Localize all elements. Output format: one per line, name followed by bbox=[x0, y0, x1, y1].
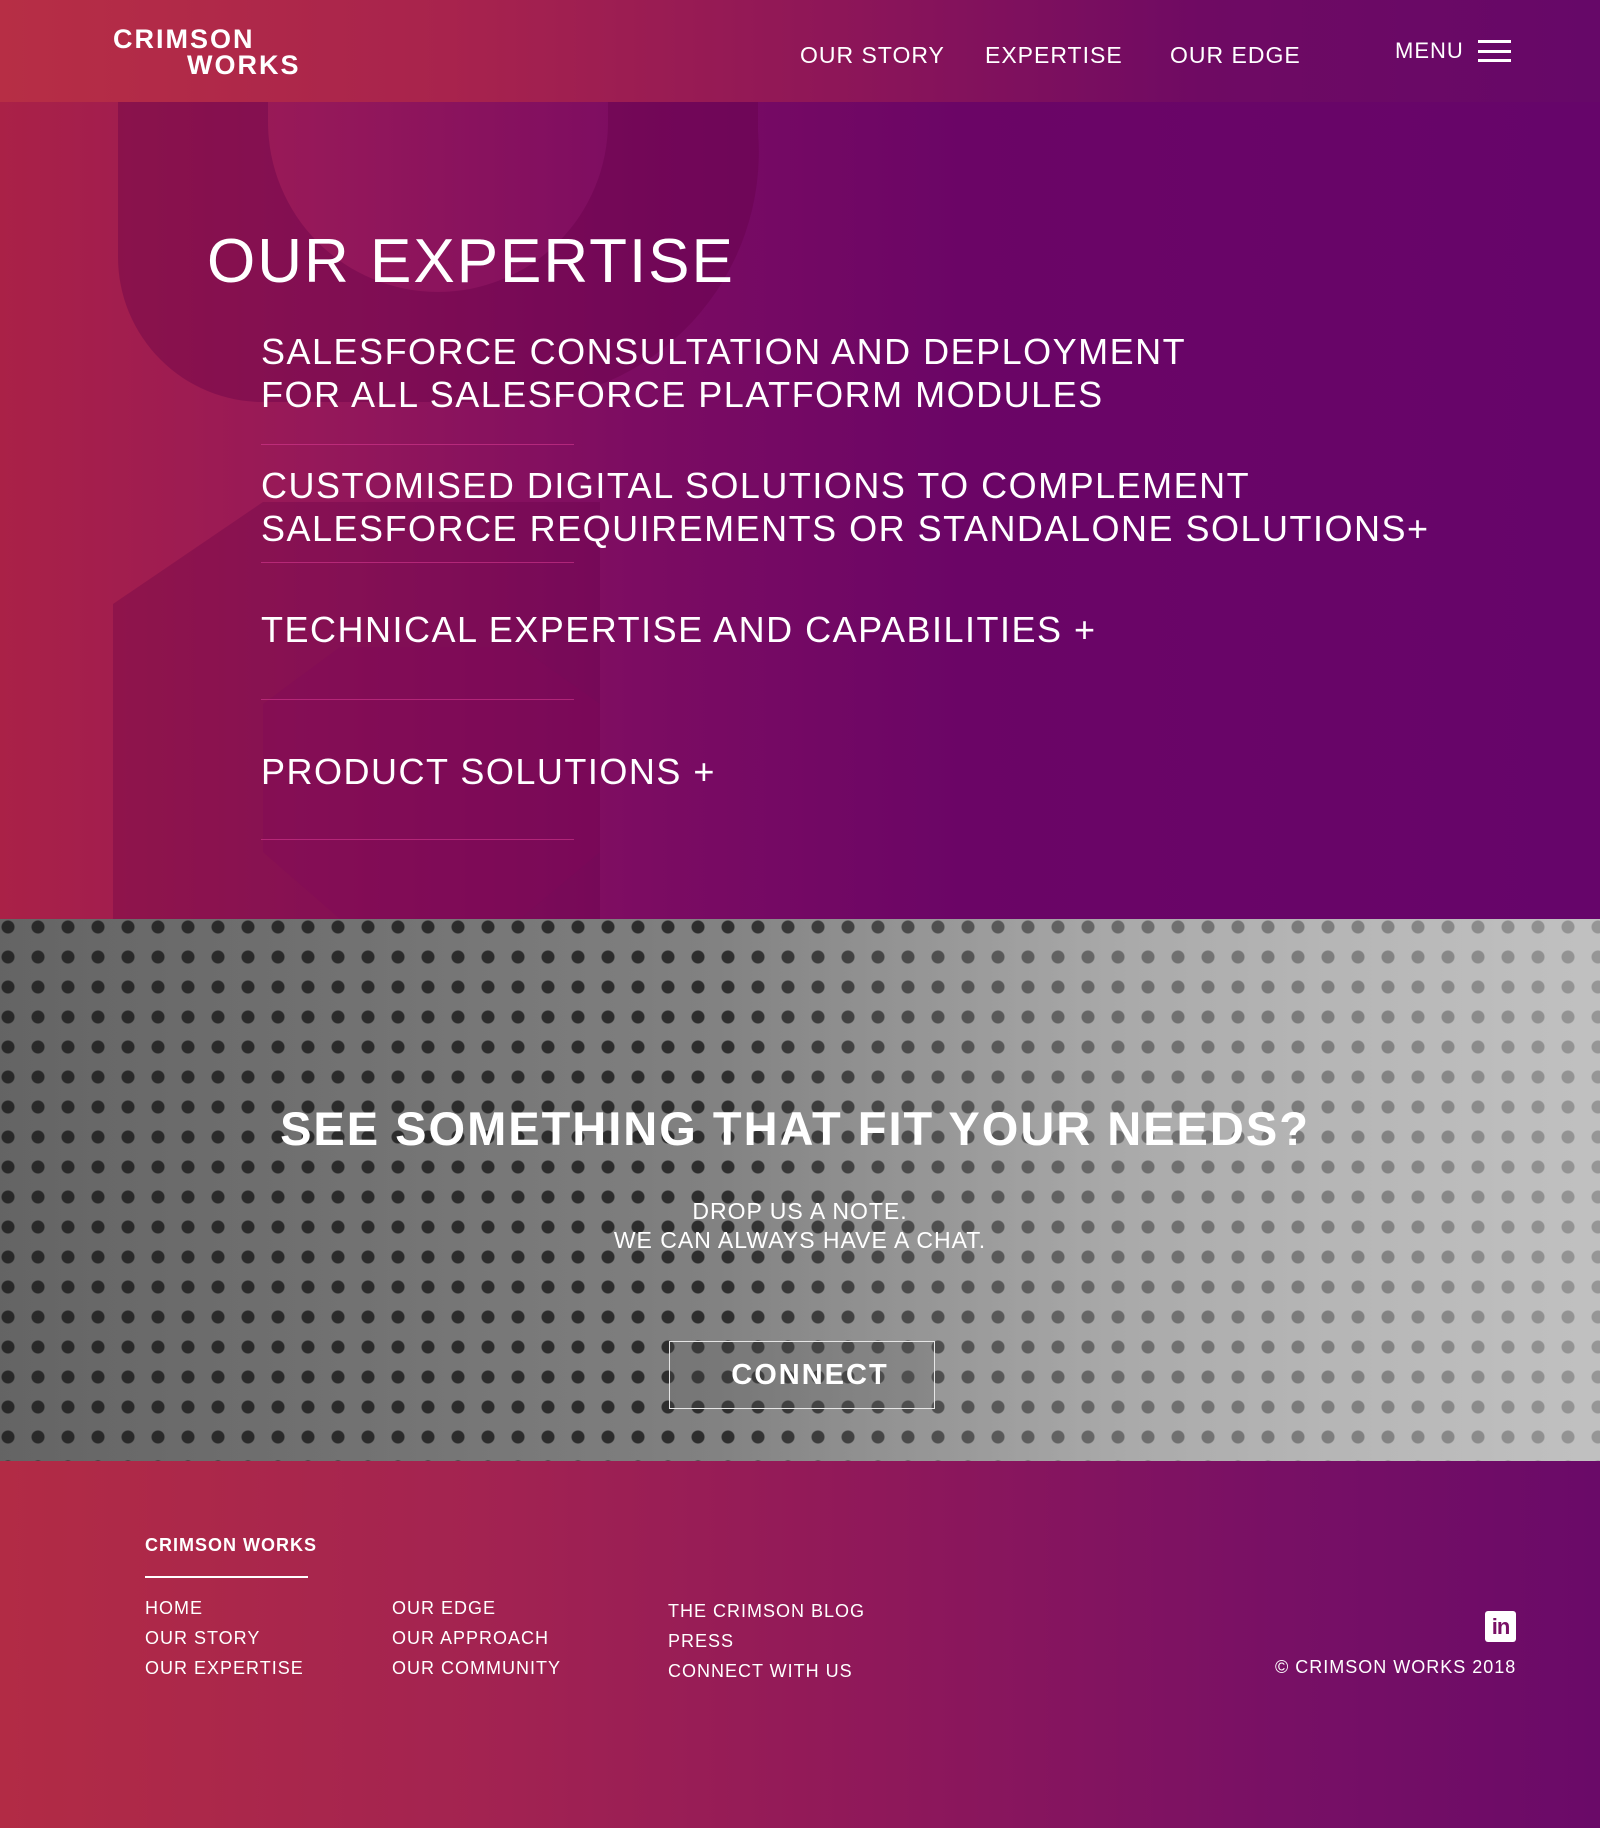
cta-subtitle: DROP US A NOTE. WE CAN ALWAYS HAVE A CHA… bbox=[0, 1197, 1600, 1255]
footer-link-press[interactable]: PRESS bbox=[668, 1626, 865, 1656]
cta-subtitle-line-1: DROP US A NOTE. bbox=[692, 1198, 908, 1224]
footer-column-1: HOME OUR STORY OUR EXPERTISE bbox=[145, 1593, 304, 1683]
expertise-item-line: FOR ALL SALESFORCE PLATFORM MODULES bbox=[261, 374, 1104, 415]
expertise-item-line: CUSTOMISED DIGITAL SOLUTIONS TO COMPLEME… bbox=[261, 465, 1251, 506]
footer-divider bbox=[145, 1576, 308, 1578]
footer-column-3: THE CRIMSON BLOG PRESS CONNECT WITH US bbox=[668, 1596, 865, 1686]
nav-our-edge[interactable]: OUR EDGE bbox=[1170, 42, 1301, 69]
divider bbox=[261, 562, 574, 563]
footer-link-our-edge[interactable]: OUR EDGE bbox=[392, 1593, 561, 1623]
copyright-text: © CRIMSON WORKS 2018 bbox=[1275, 1657, 1517, 1677]
contact-cta-section: SEE SOMETHING THAT FIT YOUR NEEDS? DROP … bbox=[0, 919, 1600, 1461]
expertise-item-salesforce[interactable]: SALESFORCE CONSULTATION AND DEPLOYMENT F… bbox=[261, 330, 1186, 416]
expertise-section: OUR EXPERTISE SALESFORCE CONSULTATION AN… bbox=[0, 102, 1600, 919]
divider bbox=[261, 444, 574, 445]
expertise-item-line: PRODUCT SOLUTIONS + bbox=[261, 751, 716, 792]
logo-line-2: WORKS bbox=[187, 50, 301, 80]
footer-link-our-story[interactable]: OUR STORY bbox=[145, 1623, 304, 1653]
crimson-works-logo[interactable]: CRIMSON WORKS bbox=[113, 26, 317, 80]
menu-button[interactable]: MENU bbox=[1395, 38, 1511, 64]
linkedin-icon[interactable]: in bbox=[1485, 1611, 1516, 1642]
expertise-item-line: SALESFORCE CONSULTATION AND DEPLOYMENT bbox=[261, 331, 1187, 372]
page-title: OUR EXPERTISE bbox=[207, 227, 735, 296]
expertise-item-technical[interactable]: TECHNICAL EXPERTISE AND CAPABILITIES + bbox=[261, 608, 1097, 651]
expertise-item-line: SALESFORCE REQUIREMENTS OR STANDALONE SO… bbox=[261, 508, 1430, 549]
cta-subtitle-line-2: WE CAN ALWAYS HAVE A CHAT. bbox=[613, 1227, 987, 1253]
site-header: CRIMSON WORKS OUR STORY EXPERTISE OUR ED… bbox=[0, 0, 1600, 102]
footer-link-our-approach[interactable]: OUR APPROACH bbox=[392, 1623, 561, 1653]
footer-link-our-expertise[interactable]: OUR EXPERTISE bbox=[145, 1653, 304, 1683]
footer-link-our-community[interactable]: OUR COMMUNITY bbox=[392, 1653, 561, 1683]
logo-line-1: CRIMSON bbox=[113, 24, 255, 54]
nav-expertise[interactable]: EXPERTISE bbox=[985, 42, 1123, 69]
divider bbox=[261, 839, 574, 840]
site-footer: CRIMSON WORKS HOME OUR STORY OUR EXPERTI… bbox=[0, 1461, 1600, 1828]
divider bbox=[261, 699, 574, 700]
footer-link-connect-with-us[interactable]: CONNECT WITH US bbox=[668, 1656, 865, 1686]
connect-button[interactable]: CONNECT bbox=[669, 1341, 935, 1409]
footer-column-2: OUR EDGE OUR APPROACH OUR COMMUNITY bbox=[392, 1593, 561, 1683]
menu-label: MENU bbox=[1395, 38, 1464, 63]
footer-link-home[interactable]: HOME bbox=[145, 1593, 304, 1623]
footer-brand: CRIMSON WORKS bbox=[145, 1535, 317, 1555]
cta-title: SEE SOMETHING THAT FIT YOUR NEEDS? bbox=[280, 1102, 1310, 1155]
expertise-item-digital-solutions[interactable]: CUSTOMISED DIGITAL SOLUTIONS TO COMPLEME… bbox=[261, 464, 1430, 550]
hamburger-icon bbox=[1477, 40, 1511, 62]
expertise-item-line: TECHNICAL EXPERTISE AND CAPABILITIES + bbox=[261, 609, 1097, 650]
expertise-item-product-solutions[interactable]: PRODUCT SOLUTIONS + bbox=[261, 750, 716, 793]
nav-our-story[interactable]: OUR STORY bbox=[800, 42, 945, 69]
footer-link-crimson-blog[interactable]: THE CRIMSON BLOG bbox=[668, 1596, 865, 1626]
